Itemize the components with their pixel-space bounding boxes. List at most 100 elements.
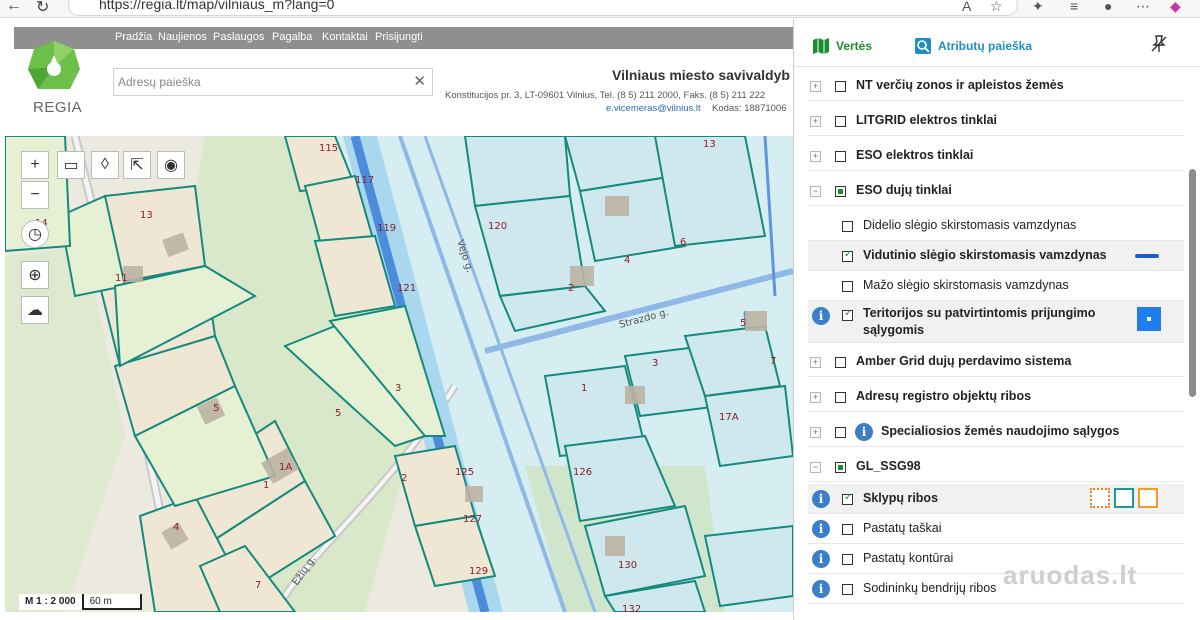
layer-row-special-land-use[interactable]: + i Specialiosios žemės naudojimo sąlygo…	[808, 417, 1184, 447]
ruler-icon[interactable]: ▭	[57, 151, 85, 179]
info-icon[interactable]: i	[855, 423, 873, 441]
site-header: Pradžia Naujienos Paslaugos Pagalba Kont…	[0, 19, 793, 135]
more-icon[interactable]: ⋯	[1136, 0, 1150, 15]
watermark-text: aruodas.lt	[1003, 560, 1138, 590]
plot-number: 5	[740, 318, 746, 329]
copilot-icon[interactable]: ◆	[1170, 0, 1181, 15]
expand-icon[interactable]: +	[810, 392, 821, 403]
layer-row-medium-pressure[interactable]: Vidutinio slėgio skirstomasis vamzdynas	[808, 241, 1184, 271]
collapse-icon[interactable]: −	[810, 462, 821, 473]
info-icon[interactable]: i	[812, 580, 830, 598]
zoom-in-button[interactable]: +	[21, 151, 49, 179]
layer-checkbox[interactable]	[842, 524, 853, 535]
favorite-star-icon[interactable]: ☆	[990, 0, 1003, 15]
tab-attribute-search-label: Atributų paieška	[938, 39, 1033, 53]
expand-icon[interactable]: +	[810, 151, 821, 162]
layer-row-eso-electric[interactable]: + ESO elektros tinklai	[808, 141, 1184, 171]
profile-icon[interactable]: ●	[1104, 0, 1112, 14]
layer-row-nt-values[interactable]: + NT verčių zonos ir apleistos žemės	[808, 71, 1184, 101]
plot-number: 132	[622, 604, 641, 612]
map-canvas[interactable]: 115 117 119 121 13 11 14 5 3 5 1A 1 4 7 …	[5, 136, 793, 612]
polygon-select-icon[interactable]: ☁	[21, 296, 49, 324]
tab-values[interactable]: Vertės	[812, 37, 872, 55]
layer-label: Sodininkų bendrijų ribos	[863, 581, 997, 595]
extensions-icon[interactable]: ✦	[1032, 0, 1044, 15]
info-icon[interactable]: i	[812, 520, 830, 538]
nav-news[interactable]: Naujienos	[158, 31, 207, 43]
expand-icon[interactable]: +	[810, 116, 821, 127]
plot-number: 2	[401, 473, 407, 484]
scale-length: 60 m	[81, 594, 142, 610]
municipality-email-link[interactable]: e.vicemeras@vilnius.lt	[606, 103, 701, 114]
favorites-icon[interactable]: ≡	[1070, 0, 1078, 14]
layer-row-amber-grid[interactable]: + Amber Grid dujų perdavimo sistema	[808, 347, 1184, 377]
plot-number: 3	[652, 358, 658, 369]
layer-checkbox[interactable]	[835, 462, 846, 473]
clear-search-icon[interactable]: ✕	[413, 72, 426, 90]
layer-label: NT verčių zonos ir apleistos žemės	[856, 78, 1064, 92]
expand-icon[interactable]: +	[810, 81, 821, 92]
zoom-out-button[interactable]: −	[21, 181, 49, 209]
url-text[interactable]: https://regia.lt/map/vilniaus_m?lang=0	[99, 0, 334, 12]
scale-ratio: M 1 : 2 000	[25, 596, 76, 607]
info-icon[interactable]: i	[812, 550, 830, 568]
layer-checkbox[interactable]	[842, 281, 853, 292]
collapse-icon[interactable]: −	[810, 186, 821, 197]
layer-checkbox[interactable]	[835, 151, 846, 162]
unpin-icon[interactable]	[1149, 34, 1169, 54]
layer-row-low-pressure[interactable]: Mažo slėgio skirstomasis vamzdynas	[808, 271, 1184, 301]
layer-row-litgrid[interactable]: + LITGRID elektros tinklai	[808, 106, 1184, 136]
layer-checkbox[interactable]	[842, 221, 853, 232]
layer-row-gl-ssg98[interactable]: − GL_SSG98	[808, 452, 1184, 482]
nav-login[interactable]: Prisijungti	[375, 31, 423, 43]
layer-checkbox[interactable]	[835, 186, 846, 197]
nav-home[interactable]: Pradžia	[115, 31, 152, 43]
export-icon[interactable]: ⇱	[123, 151, 151, 179]
scrollbar-thumb[interactable]	[1189, 169, 1196, 397]
layer-label: ESO dujų tinklai	[856, 183, 952, 197]
layer-checkbox[interactable]	[835, 116, 846, 127]
plot-legend-symbol-3	[1138, 488, 1158, 508]
layer-checkbox[interactable]	[835, 392, 846, 403]
address-search-box[interactable]: ✕	[113, 68, 433, 96]
layer-checkbox[interactable]	[835, 81, 846, 92]
layer-checkbox[interactable]	[842, 249, 853, 262]
history-icon[interactable]: ◷	[21, 220, 49, 248]
expand-icon[interactable]: +	[810, 427, 821, 438]
nav-help[interactable]: Pagalba	[272, 31, 312, 43]
nav-services[interactable]: Paslaugos	[213, 31, 264, 43]
layer-checkbox[interactable]	[842, 492, 853, 505]
plot-number: 1	[581, 383, 587, 394]
layer-checkbox[interactable]	[835, 357, 846, 368]
expand-icon[interactable]: +	[810, 357, 821, 368]
info-icon[interactable]: i	[812, 307, 830, 325]
read-aloud-icon[interactable]: A	[962, 0, 971, 14]
layer-row-building-points[interactable]: i Pastatų taškai	[808, 514, 1184, 544]
layer-label: Amber Grid dujų perdavimo sistema	[856, 354, 1072, 368]
back-icon[interactable]: ←	[6, 0, 22, 15]
marker-icon[interactable]: ◊	[91, 151, 119, 179]
layer-row-address-registry[interactable]: + Adresų registro objektų ribos	[808, 382, 1184, 412]
target-icon[interactable]: ◉	[157, 151, 185, 179]
regia-logo[interactable]	[26, 39, 82, 95]
locate-icon[interactable]: ⊕	[21, 261, 49, 289]
refresh-icon[interactable]: ↻	[36, 0, 49, 17]
layer-checkbox[interactable]	[842, 308, 853, 321]
nav-contacts[interactable]: Kontaktai	[322, 31, 368, 43]
map-graphics: 115 117 119 121 13 11 14 5 3 5 1A 1 4 7 …	[5, 136, 793, 612]
layer-checkbox[interactable]	[842, 554, 853, 565]
layer-checkbox[interactable]	[842, 584, 853, 595]
layer-row-plot-boundaries[interactable]: i Sklypų ribos	[808, 484, 1184, 514]
plot-legend-symbol-1	[1090, 488, 1110, 508]
plot-number: 4	[173, 522, 179, 533]
layer-row-high-pressure[interactable]: Didelio slėgio skirstomasis vamzdynas	[808, 211, 1184, 241]
plot-number: 1A	[279, 462, 292, 473]
info-icon[interactable]: i	[812, 490, 830, 508]
layer-row-territories[interactable]: i Teritorijos su patvirtintomis prijungi…	[808, 301, 1184, 343]
address-bar[interactable]: https://regia.lt/map/vilniaus_m?lang=0	[68, 0, 1018, 16]
tab-attribute-search[interactable]: Atributų paieška	[914, 37, 1032, 55]
layer-tree: + NT verčių zonos ir apleistos žemės + L…	[794, 71, 1184, 620]
layer-row-eso-gas[interactable]: − ESO dujų tinklai	[808, 176, 1184, 206]
layer-checkbox[interactable]	[835, 427, 846, 438]
address-search-input[interactable]	[118, 73, 408, 91]
